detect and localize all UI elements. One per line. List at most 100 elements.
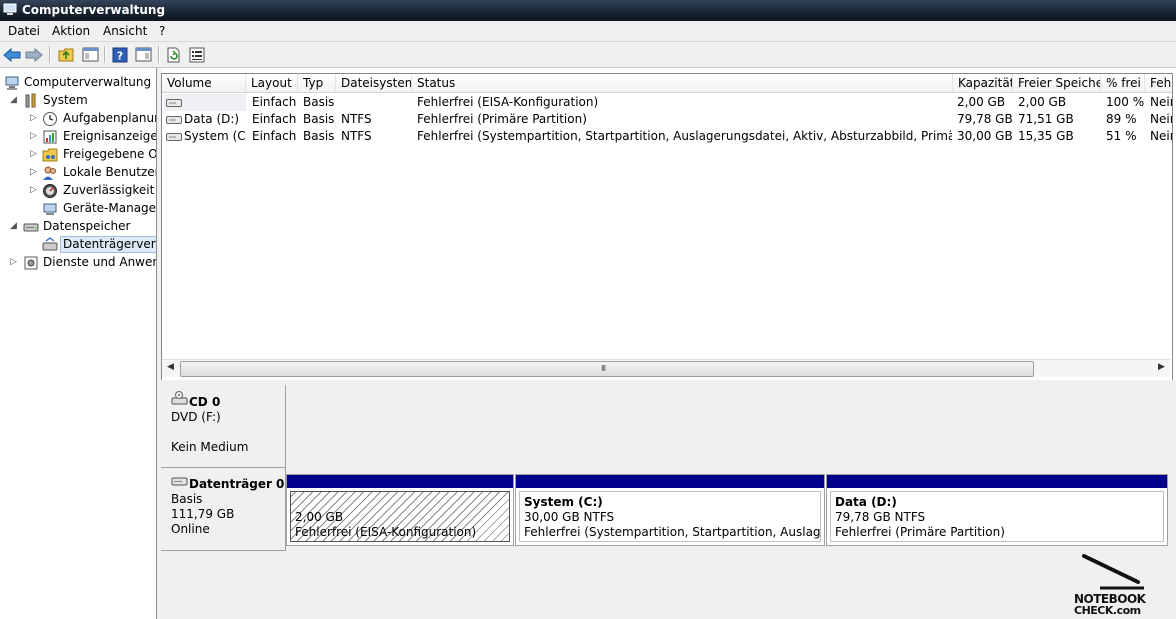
cell-layout: Einfach — [252, 95, 297, 109]
event-viewer-icon — [43, 130, 57, 144]
column-header-prozent-frei[interactable]: % frei — [1101, 74, 1145, 93]
back-arrow-icon[interactable] — [2, 45, 22, 64]
tree-node-datenspeicher[interactable]: ◢ Datenspeicher — [0, 218, 156, 235]
partition-system-c[interactable]: System (C:) 30,00 GB NTFS Fehlerfrei (Sy… — [515, 474, 825, 546]
column-header-typ[interactable]: Typ — [298, 74, 336, 93]
menu-bar: Datei Aktion Ansicht ? — [0, 21, 1176, 42]
tree-node-ereignisanzeige[interactable]: ▷ Ereignisanzeige — [0, 128, 156, 145]
menu-ansicht[interactable]: Ansicht — [103, 24, 147, 38]
window-title: Computerverwaltung — [22, 3, 166, 17]
title-bar: Computerverwaltung — [0, 0, 1176, 21]
notebook-logo-icon — [1082, 554, 1144, 590]
refresh-icon[interactable] — [163, 45, 183, 64]
cell-status: Fehlerfrei (Systempartition, Startpartit… — [417, 129, 952, 143]
tree-node-freigegebene-ordner[interactable]: ▷ Freigegebene Ord — [0, 146, 156, 163]
cell-layout: Einfach — [252, 129, 297, 143]
cell-fault: Nein — [1150, 112, 1172, 126]
properties-icon[interactable] — [187, 45, 207, 64]
action-pane-icon[interactable] — [133, 45, 153, 64]
tree-node-root[interactable]: Computerverwaltung (Lo — [0, 74, 156, 91]
cell-layout: Einfach — [252, 112, 297, 126]
tree-node-lokale-benutzer[interactable]: ▷ Lokale Benutzer u — [0, 164, 156, 181]
partition-data-d[interactable]: Data (D:) 79,78 GB NTFS Fehlerfrei (Prim… — [826, 474, 1168, 546]
cell-capacity: 30,00 GB — [957, 129, 1013, 143]
cell-pct: 100 % — [1106, 95, 1145, 109]
collapsed-arrow-icon[interactable]: ▷ — [30, 146, 40, 163]
cell-type: Basis — [303, 95, 335, 109]
collapsed-arrow-icon[interactable]: ▷ — [30, 164, 40, 181]
column-header-dateisystem[interactable]: Dateisystem — [336, 74, 412, 93]
horizontal-scrollbar[interactable]: ◀ III ▶ — [162, 359, 1170, 377]
volume-list: Volume Layout Typ Dateisystem Status Kap… — [161, 73, 1173, 381]
collapsed-arrow-icon[interactable]: ▷ — [10, 254, 20, 271]
drive-icon — [166, 116, 182, 124]
column-header-status[interactable]: Status — [412, 74, 953, 93]
cell-type: Basis — [303, 129, 335, 143]
cell-capacity: 79,78 GB — [957, 112, 1013, 126]
collapsed-arrow-icon[interactable]: ▷ — [30, 128, 40, 145]
table-row[interactable]: System (C:) — [164, 128, 246, 145]
scrollbar-thumb[interactable]: III — [180, 361, 1034, 377]
collapsed-arrow-icon[interactable]: ▷ — [30, 182, 40, 199]
computer-management-icon — [5, 76, 19, 90]
cell-fault: Nein — [1150, 95, 1172, 109]
disk-label-cd0[interactable]: CD 0 DVD (F:) Kein Medium — [161, 385, 286, 468]
expanded-arrow-icon[interactable]: ◢ — [10, 92, 20, 109]
show-tree-icon[interactable] — [80, 45, 100, 64]
cell-type: Basis — [303, 112, 335, 126]
up-folder-icon[interactable] — [56, 45, 76, 64]
performance-gauge-icon — [43, 184, 57, 198]
scroll-left-arrow-icon[interactable]: ◀ — [167, 362, 174, 372]
cd-drive-icon — [171, 391, 188, 405]
expanded-arrow-icon[interactable]: ◢ — [10, 218, 20, 235]
cell-status: Fehlerfrei (Primäre Partition) — [417, 112, 587, 126]
cell-pct: 51 % — [1106, 129, 1137, 143]
cd-empty-area — [286, 385, 1176, 467]
scroll-right-arrow-icon[interactable]: ▶ — [1158, 362, 1165, 372]
disk-management-icon — [42, 237, 58, 251]
drive-icon — [166, 99, 182, 107]
tree-node-zuverlaessigkeit[interactable]: ▷ Zuverlässigkeit ur — [0, 182, 156, 199]
drive-icon — [166, 133, 182, 141]
cell-free: 2,00 GB — [1018, 95, 1067, 109]
disk-label-disk0[interactable]: Datenträger 0 Basis 111,79 GB Online — [161, 468, 286, 551]
table-row[interactable] — [164, 94, 246, 111]
tree-node-aufgabenplanung[interactable]: ▷ Aufgabenplanung — [0, 110, 156, 127]
table-row[interactable]: Data (D:) — [164, 111, 246, 128]
cell-fault: Nein — [1150, 129, 1172, 143]
column-header-kapazitaet[interactable]: Kapazität — [953, 74, 1013, 93]
navigation-tree: Computerverwaltung (Lo ◢ System ▷ Aufgab… — [0, 68, 157, 619]
menu-help[interactable]: ? — [159, 24, 165, 38]
partition-eisa[interactable]: 2,00 GB Fehlerfrei (EISA-Konfiguration) — [286, 474, 514, 546]
cell-fs: NTFS — [341, 129, 372, 143]
tree-node-geraete-manager[interactable]: Geräte-Manager — [0, 200, 156, 217]
tree-node-dienste[interactable]: ▷ Dienste und Anwend — [0, 254, 156, 271]
cell-pct: 89 % — [1106, 112, 1137, 126]
column-header-volume[interactable]: Volume — [162, 74, 246, 93]
cell-fs: NTFS — [341, 112, 372, 126]
menu-aktion[interactable]: Aktion — [52, 24, 90, 38]
cell-status: Fehlerfrei (EISA-Konfiguration) — [417, 95, 599, 109]
notebookcheck-logo: NOTEBOOK CHECK.com — [1072, 552, 1172, 617]
shared-folder-icon — [42, 148, 58, 162]
services-icon — [24, 256, 38, 270]
tree-node-system[interactable]: ◢ System — [0, 92, 156, 109]
column-header-freier-speicher[interactable]: Freier Speicher — [1013, 74, 1101, 93]
computer-management-icon — [3, 3, 17, 15]
tree-node-datentraegerverwaltung[interactable]: Datenträgerverwa — [0, 236, 156, 253]
column-header-fehlertoleranz[interactable]: Feh — [1145, 74, 1172, 93]
help-icon[interactable]: ? — [110, 45, 130, 64]
disk0-partitions: 2,00 GB Fehlerfrei (EISA-Konfiguration) … — [286, 474, 1168, 546]
collapsed-arrow-icon[interactable]: ▷ — [30, 110, 40, 127]
forward-arrow-icon[interactable] — [24, 45, 44, 64]
system-tools-icon — [25, 93, 36, 108]
svg-text:?: ? — [117, 49, 123, 62]
hard-disk-icon — [171, 477, 188, 486]
users-icon — [43, 166, 56, 180]
cell-free: 15,35 GB — [1018, 129, 1074, 143]
device-manager-icon — [43, 203, 57, 215]
column-header-layout[interactable]: Layout — [246, 74, 298, 93]
cell-free: 71,51 GB — [1018, 112, 1074, 126]
toolbar: ? — [0, 42, 1176, 68]
menu-datei[interactable]: Datei — [8, 24, 40, 38]
